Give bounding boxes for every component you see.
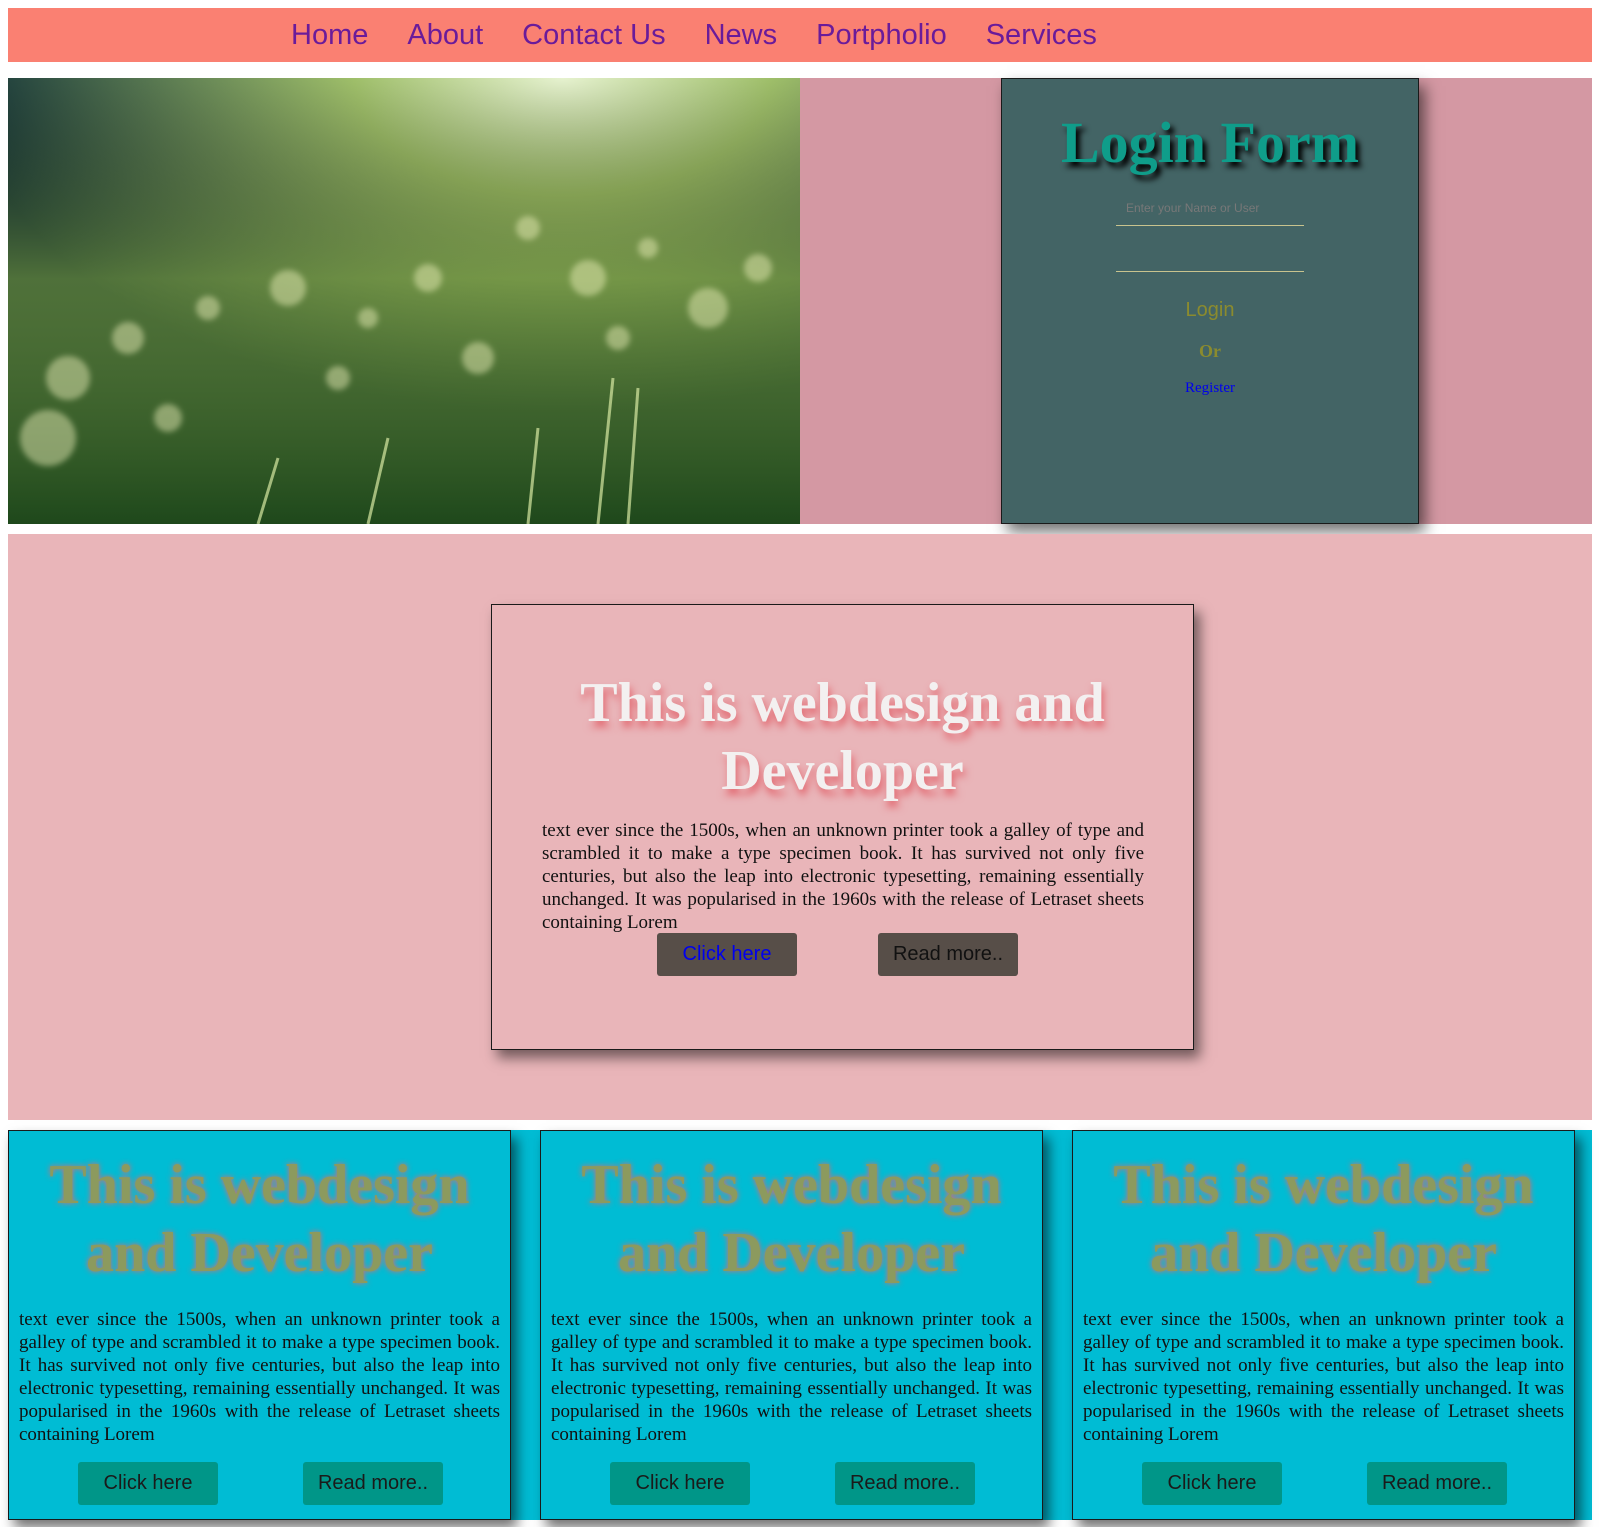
- card-heading: This is webdesign and Developer: [581, 1154, 1002, 1284]
- or-separator: Or: [1199, 341, 1221, 361]
- nav-portfolio-link[interactable]: Portpholio: [816, 19, 947, 51]
- nav-list: Home About Contact Us News Portpholio Se…: [291, 8, 1136, 62]
- feature-card: This is webdesign and Developer text eve…: [540, 1130, 1043, 1520]
- card-click-here-button[interactable]: Click here: [1142, 1462, 1282, 1505]
- intro-heading: This is webdesign and Developer: [580, 672, 1105, 802]
- card-heading: This is webdesign and Developer: [49, 1154, 470, 1284]
- nav-about-link[interactable]: About: [407, 19, 483, 51]
- feature-card: This is webdesign and Developer text eve…: [8, 1130, 511, 1520]
- password-input[interactable]: [1116, 242, 1304, 272]
- card-click-here-button[interactable]: Click here: [78, 1462, 218, 1505]
- feature-card: This is webdesign and Developer text eve…: [1072, 1130, 1575, 1520]
- card-click-here-button[interactable]: Click here: [610, 1462, 750, 1505]
- nav-contact-link[interactable]: Contact Us: [522, 19, 665, 51]
- login-button[interactable]: Login: [1180, 298, 1241, 323]
- hero-section: Login Form Login Or Register: [8, 78, 1592, 524]
- username-input[interactable]: [1116, 196, 1304, 226]
- login-title: Login Form: [1060, 110, 1360, 175]
- card-text: text ever since the 1500s, when an unkno…: [19, 1309, 500, 1445]
- card-text: text ever since the 1500s, when an unkno…: [551, 1309, 1032, 1445]
- intro-section: This is webdesign and Developer text eve…: [8, 534, 1592, 1120]
- top-navigation: Home About Contact Us News Portpholio Se…: [8, 8, 1592, 62]
- click-here-button[interactable]: Click here: [657, 933, 797, 976]
- hero-grass-image: [8, 78, 800, 524]
- card-heading: This is webdesign and Developer: [1113, 1154, 1534, 1284]
- register-link[interactable]: Register: [1185, 380, 1235, 397]
- nav-news-link[interactable]: News: [705, 19, 778, 51]
- card-read-more-button[interactable]: Read more..: [835, 1462, 975, 1505]
- nav-services-link[interactable]: Services: [986, 19, 1097, 51]
- login-form: Login Form Login Or Register: [1001, 78, 1419, 524]
- read-more-button[interactable]: Read more..: [878, 933, 1018, 976]
- intro-text: text ever since the 1500s, when an unkno…: [542, 820, 1144, 933]
- nav-home-link[interactable]: Home: [291, 19, 368, 51]
- intro-card: This is webdesign and Developer text eve…: [491, 604, 1194, 1050]
- card-read-more-button[interactable]: Read more..: [1367, 1462, 1507, 1505]
- card-read-more-button[interactable]: Read more..: [303, 1462, 443, 1505]
- card-text: text ever since the 1500s, when an unkno…: [1083, 1309, 1564, 1445]
- cards-section: This is webdesign and Developer text eve…: [8, 1130, 1592, 1520]
